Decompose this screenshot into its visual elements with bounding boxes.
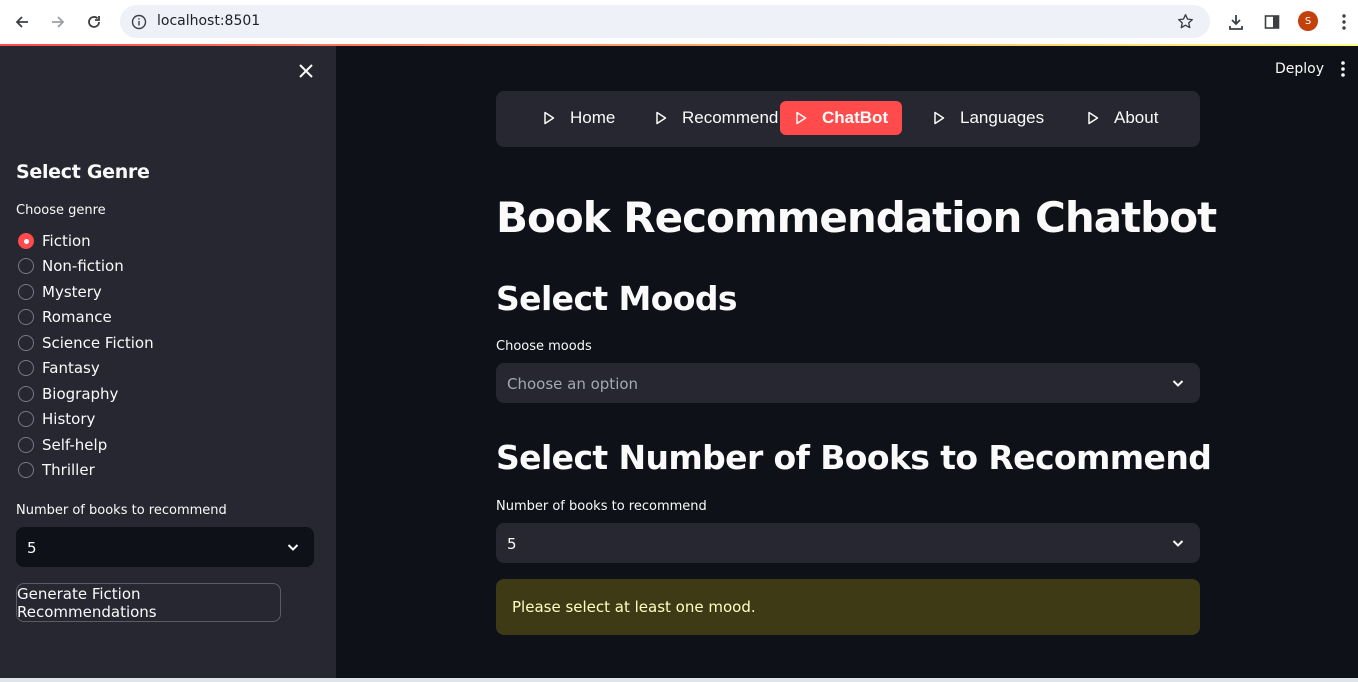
play-icon xyxy=(1088,111,1099,125)
deploy-button[interactable]: Deploy xyxy=(1275,61,1324,77)
download-icon[interactable] xyxy=(1223,9,1249,35)
nav-item-about[interactable]: About xyxy=(1072,101,1172,135)
reload-icon[interactable] xyxy=(81,9,107,35)
nav-item-label: About xyxy=(1114,108,1159,127)
main-menu-icon[interactable] xyxy=(1336,60,1350,78)
chevron-down-icon[interactable] xyxy=(1170,535,1186,551)
site-info-icon[interactable] xyxy=(131,14,147,30)
select-value: 5 xyxy=(507,535,517,553)
genre-option-mystery[interactable]: Mystery xyxy=(18,282,102,302)
chevron-down-icon[interactable] xyxy=(285,539,301,555)
radio-label: Biography xyxy=(42,385,119,403)
play-icon xyxy=(796,111,807,125)
radio-button[interactable] xyxy=(18,462,34,478)
navigation-menu: Home Recommend ChatBot Languages About xyxy=(496,91,1200,147)
book-count-select[interactable]: 5 xyxy=(496,523,1200,563)
nav-item-label: Languages xyxy=(960,108,1045,127)
nav-item-home[interactable]: Home xyxy=(528,101,629,135)
back-arrow-icon[interactable] xyxy=(9,9,35,35)
sidebar-title: Select Genre xyxy=(16,161,150,183)
select-value: 5 xyxy=(27,539,37,557)
radio-label: History xyxy=(42,410,96,428)
book-count-label: Number of books to recommend xyxy=(16,503,227,518)
genre-option-romance[interactable]: Romance xyxy=(18,307,112,327)
moods-placeholder: Choose an option xyxy=(507,375,639,393)
forward-arrow-icon[interactable] xyxy=(45,9,71,35)
close-icon[interactable] xyxy=(296,61,316,81)
radio-label: Mystery xyxy=(42,283,102,301)
genre-option-non-fiction[interactable]: Non-fiction xyxy=(18,256,124,276)
page-title: Book Recommendation Chatbot xyxy=(496,193,1217,242)
genre-label: Choose genre xyxy=(16,203,106,218)
nav-item-chatbot[interactable]: ChatBot xyxy=(780,101,903,135)
generate-recommendations-button[interactable]: Generate Fiction Recommendations xyxy=(16,583,281,622)
genre-option-self-help[interactable]: Self-help xyxy=(18,435,107,455)
radio-label: Science Fiction xyxy=(42,334,154,352)
radio-button[interactable] xyxy=(18,335,34,351)
address-bar[interactable]: localhost:8501 xyxy=(120,5,1210,38)
chevron-down-icon[interactable] xyxy=(1170,375,1186,391)
bookmark-star-icon[interactable] xyxy=(1177,13,1194,30)
nav-item-label: Recommend xyxy=(682,108,779,127)
play-icon xyxy=(656,111,667,125)
warning-text: Please select at least one mood. xyxy=(512,598,756,616)
nav-item-languages[interactable]: Languages xyxy=(918,101,1058,135)
genre-option-fiction[interactable]: Fiction xyxy=(18,231,91,251)
book-count-label: Number of books to recommend xyxy=(496,499,707,514)
browser-toolbar: localhost:8501 S xyxy=(0,0,1358,44)
radio-label: Fantasy xyxy=(42,359,100,377)
genre-option-history[interactable]: History xyxy=(18,409,95,429)
nav-item-label: Home xyxy=(570,108,616,127)
radio-button[interactable] xyxy=(18,309,34,325)
radio-label: Non-fiction xyxy=(42,257,124,275)
nav-item-recommend[interactable]: Recommend xyxy=(640,101,792,135)
url-text: localhost:8501 xyxy=(157,13,261,29)
radio-button[interactable] xyxy=(18,284,34,300)
side-panel-icon[interactable] xyxy=(1259,9,1285,35)
sidebar: Select Genre Choose genre Fiction Non-fi… xyxy=(0,46,336,682)
moods-heading: Select Moods xyxy=(496,279,738,318)
genre-option-fantasy[interactable]: Fantasy xyxy=(18,358,100,378)
radio-label: Fiction xyxy=(42,232,91,250)
radio-button[interactable] xyxy=(18,360,34,376)
radio-button[interactable] xyxy=(18,258,34,274)
genre-option-science-fiction[interactable]: Science Fiction xyxy=(18,333,154,353)
genre-option-biography[interactable]: Biography xyxy=(18,384,118,404)
play-icon xyxy=(544,111,555,125)
moods-multiselect[interactable]: Choose an option xyxy=(496,363,1200,403)
window-bottom-edge xyxy=(0,678,1358,682)
radio-button[interactable] xyxy=(18,233,34,249)
play-icon xyxy=(934,111,945,125)
warning-alert: Please select at least one mood. xyxy=(496,579,1200,635)
genre-option-thriller[interactable]: Thriller xyxy=(18,460,95,480)
avatar[interactable]: S xyxy=(1298,11,1318,31)
radio-label: Romance xyxy=(42,308,112,326)
book-count-select[interactable]: 5 xyxy=(16,527,314,567)
radio-button[interactable] xyxy=(18,437,34,453)
radio-button[interactable] xyxy=(18,411,34,427)
book-count-heading: Select Number of Books to Recommend xyxy=(496,438,1212,477)
radio-label: Thriller xyxy=(42,461,95,479)
radio-label: Self-help xyxy=(42,436,108,454)
radio-button[interactable] xyxy=(18,386,34,402)
nav-item-label: ChatBot xyxy=(822,108,889,127)
more-menu-icon[interactable] xyxy=(1331,9,1357,35)
moods-label: Choose moods xyxy=(496,339,592,354)
